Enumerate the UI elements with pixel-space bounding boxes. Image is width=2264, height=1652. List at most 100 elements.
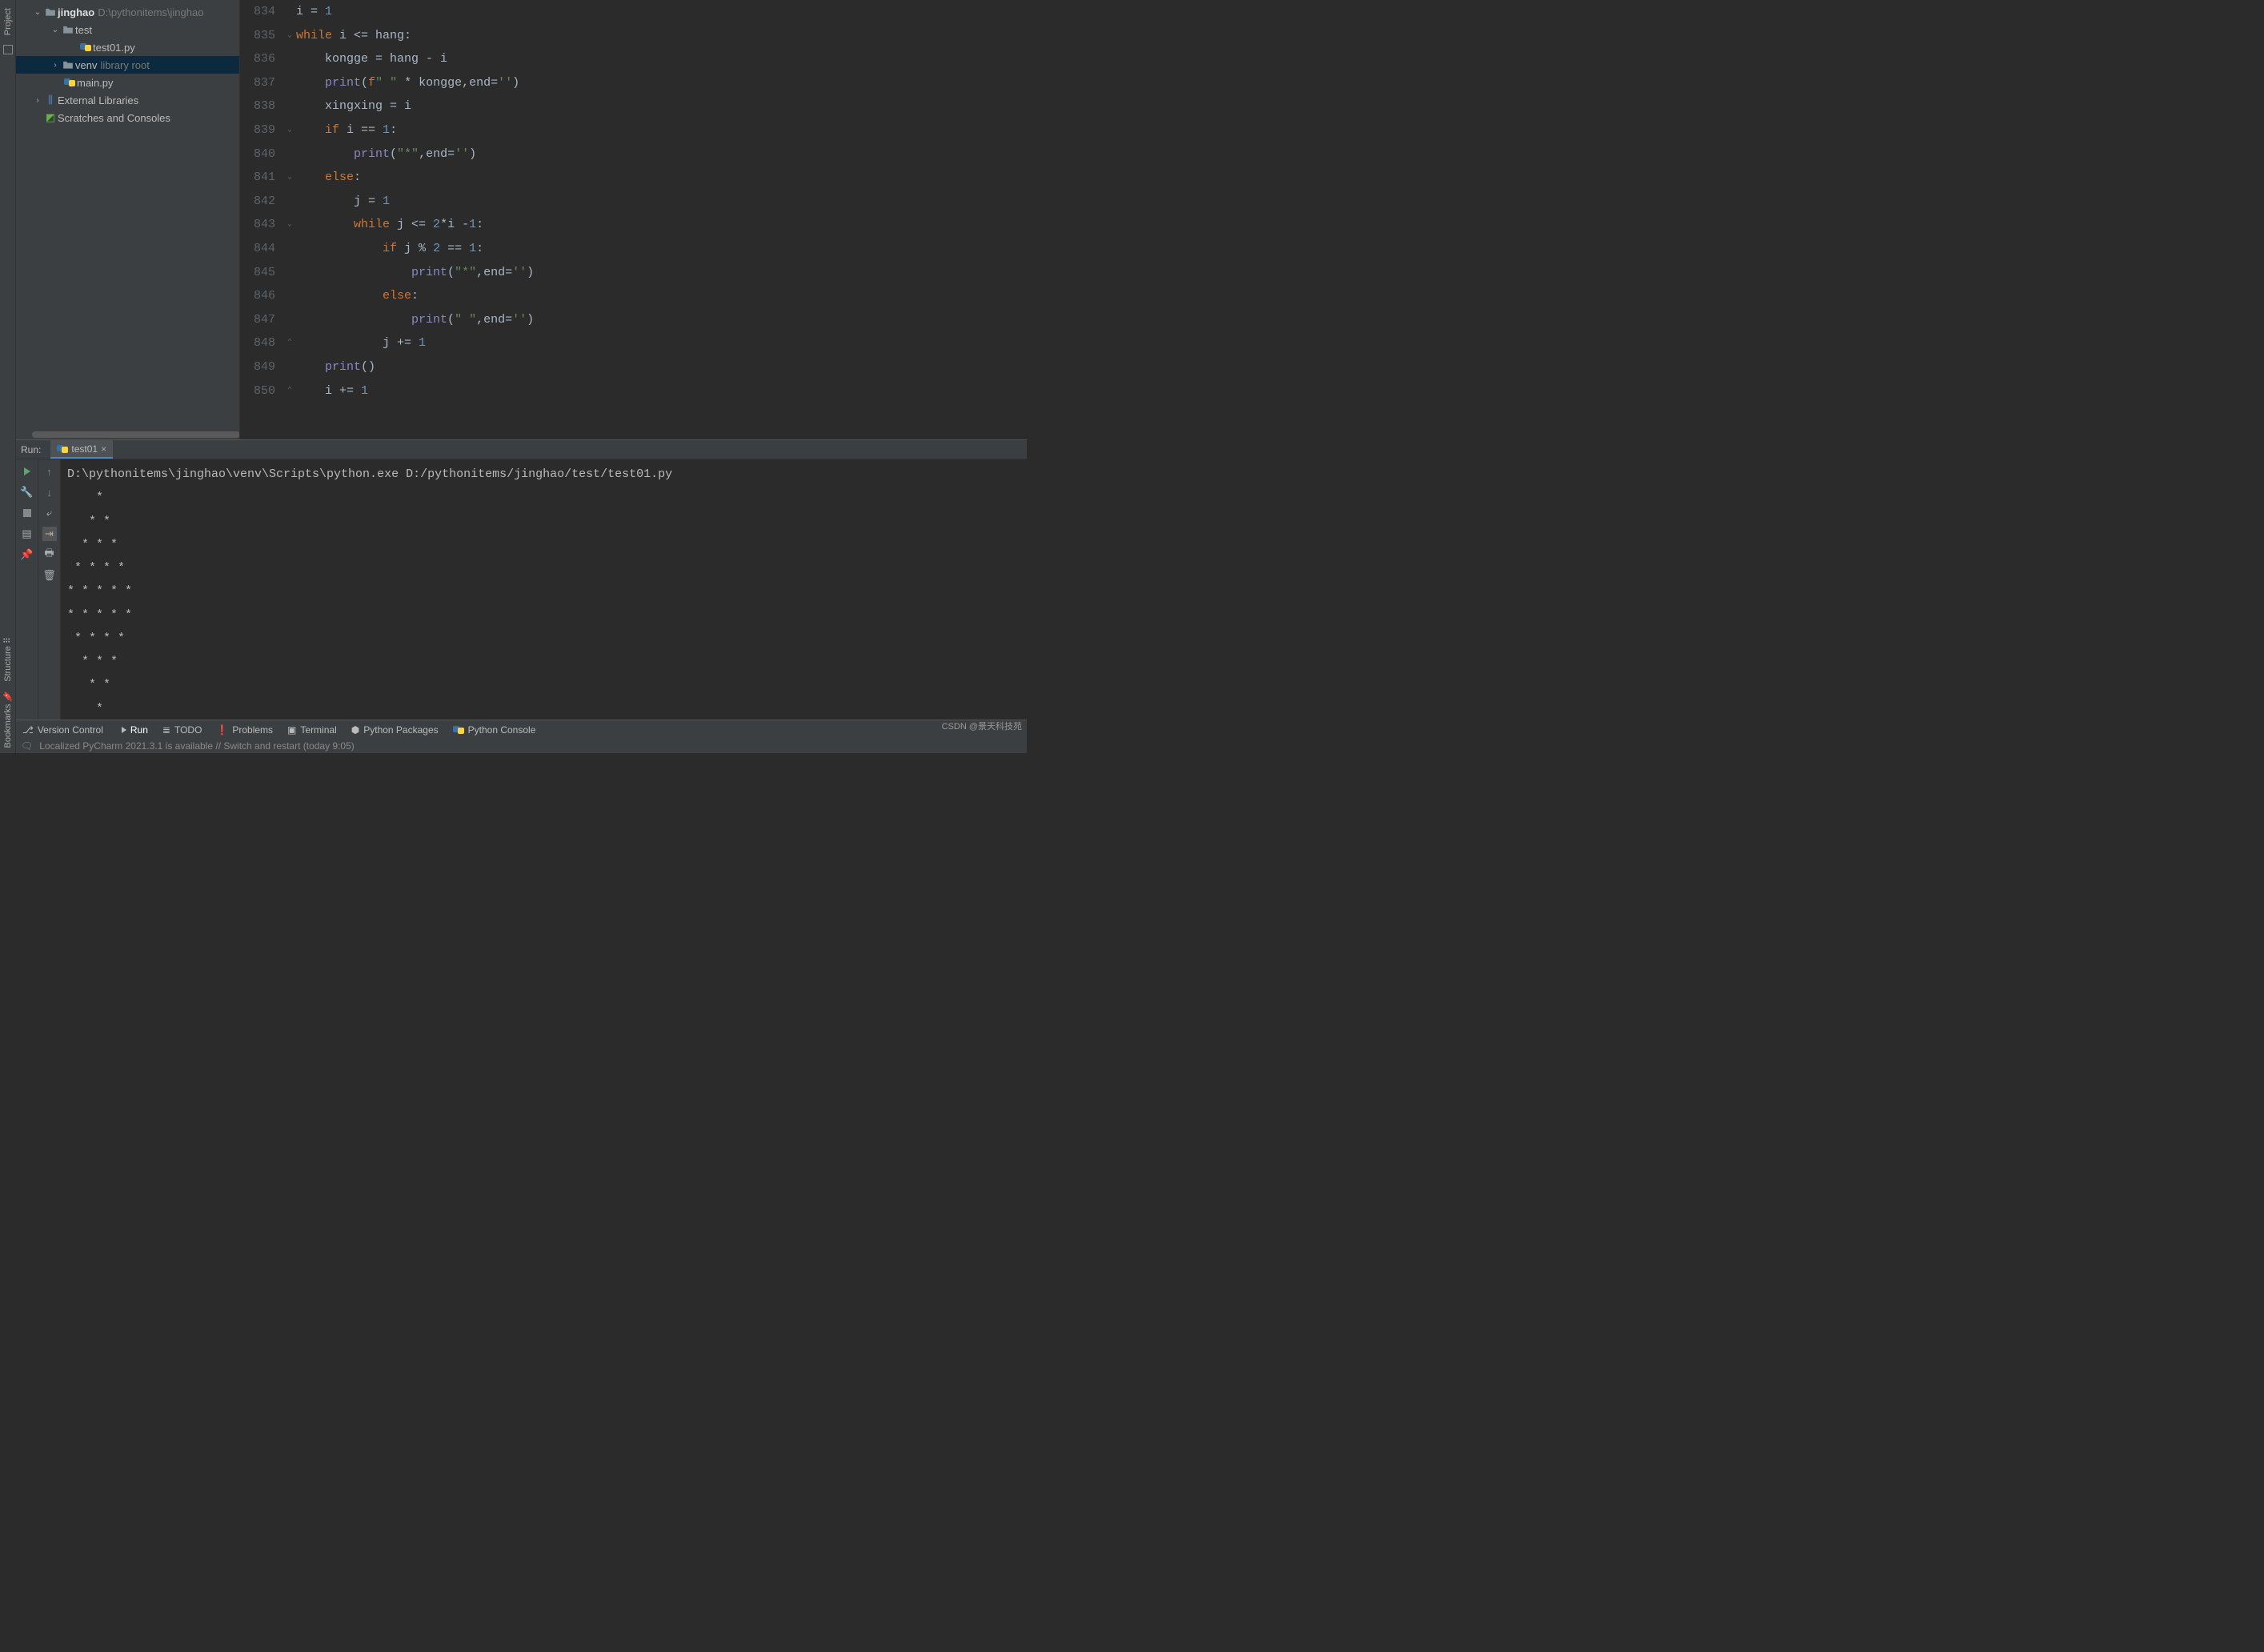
fold-toggle[interactable] <box>283 237 296 261</box>
python-file-icon <box>62 77 77 88</box>
down-arrow-icon[interactable]: ↓ <box>42 485 57 499</box>
code-line[interactable]: j += 1 <box>296 331 1027 355</box>
project-pane: ⌄ jinghao D:\pythonitems\jinghao ⌄ test … <box>16 0 240 439</box>
code-line[interactable]: print("*",end='') <box>296 142 1027 166</box>
code-line[interactable]: else: <box>296 166 1027 190</box>
fold-toggle[interactable]: ⌄ <box>283 118 296 142</box>
code-line[interactable]: kongge = hang - i <box>296 47 1027 71</box>
chevron-right-icon[interactable]: › <box>50 61 61 70</box>
tree-file-main[interactable]: main.py <box>16 74 239 91</box>
code-line[interactable]: else: <box>296 284 1027 308</box>
code-line[interactable]: print("*",end='') <box>296 261 1027 285</box>
code-line[interactable]: j = 1 <box>296 190 1027 214</box>
run-toolbar-left: 🔧 ▤ 📌 <box>16 459 38 720</box>
tree-root-path: D:\pythonitems\jinghao <box>98 6 203 18</box>
run-tab-bottom[interactable]: Run <box>118 724 148 736</box>
fold-toggle[interactable] <box>283 71 296 95</box>
soft-wrap-icon[interactable]: ⤶ <box>42 506 57 520</box>
wrench-icon[interactable]: 🔧 <box>20 485 34 499</box>
fold-toggle[interactable] <box>283 0 296 24</box>
code-line[interactable]: while i <= hang: <box>296 24 1027 48</box>
fold-toggle[interactable] <box>283 308 296 332</box>
tree-file-test01[interactable]: test01.py <box>16 38 239 56</box>
code-line[interactable]: if j % 2 == 1: <box>296 237 1027 261</box>
gutter-line-numbers: 8348358368378388398408418428438448458468… <box>240 0 283 439</box>
problems-tab[interactable]: ❗ Problems <box>216 724 273 736</box>
library-icon: ⫼ <box>43 94 58 106</box>
run-header-label: Run: <box>21 444 41 455</box>
tree-scratches[interactable]: ◩ Scratches and Consoles <box>16 109 239 126</box>
scratches-icon: ◩ <box>43 111 58 124</box>
status-bar: 🗨 Localized PyCharm 2021.3.1 is availabl… <box>16 739 1027 753</box>
fold-toggle[interactable] <box>283 142 296 166</box>
play-icon <box>122 727 126 733</box>
list-icon: ≣ <box>162 724 170 736</box>
trash-icon[interactable]: 🗑 <box>42 568 57 583</box>
code-line[interactable]: print(f" " * kongge,end='') <box>296 71 1027 95</box>
run-toolbar-right: ↑ ↓ ⤶ ⇥ 🖶 🗑 <box>38 459 61 720</box>
close-icon[interactable]: × <box>101 443 106 455</box>
code-line[interactable]: i += 1 <box>296 379 1027 403</box>
fold-toggle[interactable]: ⌄ <box>283 166 296 190</box>
code-line[interactable]: if i == 1: <box>296 118 1027 142</box>
version-control-tab[interactable]: ⎇ Version Control <box>22 724 103 736</box>
warning-icon: ❗ <box>216 724 228 736</box>
code-line[interactable]: print() <box>296 355 1027 379</box>
notification-icon[interactable]: 🗨 <box>21 740 33 752</box>
status-message: Localized PyCharm 2021.3.1 is available … <box>39 740 355 752</box>
packages-icon: ⬢ <box>351 724 359 736</box>
fold-toggle[interactable] <box>283 261 296 285</box>
python-file-icon <box>57 443 68 455</box>
stop-button[interactable] <box>20 506 34 520</box>
run-tool-window: Run: test01 × 🔧 ▤ 📌 ↑ ↓ ⤶ <box>16 439 1027 720</box>
scroll-to-end-icon[interactable]: ⇥ <box>42 527 57 541</box>
fold-toggle[interactable] <box>283 355 296 379</box>
branch-icon: ⎇ <box>22 724 34 736</box>
rerun-button[interactable] <box>20 464 34 479</box>
fold-toggle[interactable]: ⌃ <box>283 379 296 403</box>
watermark: CSDN @景天科技苑 <box>942 720 1022 732</box>
fold-toggle[interactable] <box>283 284 296 308</box>
up-arrow-icon[interactable]: ↑ <box>42 464 57 479</box>
chevron-down-icon[interactable]: ⌄ <box>50 26 61 34</box>
python-icon <box>453 724 464 736</box>
code-line[interactable]: xingxing = i <box>296 94 1027 118</box>
left-tool-strip: Project Structure ⠿ Bookmarks 🔖 <box>0 0 16 753</box>
tree-folder-venv[interactable]: › venv library root <box>16 56 239 74</box>
tree-root-name: jinghao <box>58 6 94 18</box>
bookmarks-tool-tab[interactable]: Bookmarks 🔖 <box>2 686 13 753</box>
fold-toggle[interactable] <box>283 190 296 214</box>
fold-column[interactable]: ⌄ ⌄ ⌄ ⌄ ⌃ ⌃ <box>283 0 296 439</box>
python-console-tab[interactable]: Python Console <box>453 724 536 736</box>
terminal-tab[interactable]: ▣ Terminal <box>287 724 337 736</box>
console-output[interactable]: D:\pythonitems\jinghao\venv\Scripts\pyth… <box>61 459 1027 720</box>
terminal-icon: ▣ <box>287 724 296 736</box>
fold-toggle[interactable]: ⌃ <box>283 331 296 355</box>
code-line[interactable]: while j <= 2*i -1: <box>296 213 1027 237</box>
layout-icon[interactable]: ▤ <box>20 527 34 541</box>
pin-icon[interactable]: 📌 <box>20 547 34 562</box>
fold-toggle[interactable]: ⌄ <box>283 213 296 237</box>
code-editor[interactable]: 8348358368378388398408418428438448458468… <box>240 0 1027 439</box>
tree-folder-test[interactable]: ⌄ test <box>16 21 239 38</box>
chevron-right-icon[interactable]: › <box>32 96 43 105</box>
python-file-icon <box>78 42 93 53</box>
todo-tab[interactable]: ≣ TODO <box>162 724 202 736</box>
tree-external-libraries[interactable]: › ⫼ External Libraries <box>16 91 239 109</box>
project-tool-tab[interactable]: Project <box>3 3 13 40</box>
tool-icon[interactable] <box>3 45 13 54</box>
fold-toggle[interactable] <box>283 47 296 71</box>
chevron-down-icon[interactable]: ⌄ <box>32 8 43 17</box>
tree-root[interactable]: ⌄ jinghao D:\pythonitems\jinghao <box>16 3 239 21</box>
fold-toggle[interactable] <box>283 94 296 118</box>
code-line[interactable]: print(" ",end='') <box>296 308 1027 332</box>
structure-tool-tab[interactable]: Structure ⠿ <box>2 632 13 687</box>
python-packages-tab[interactable]: ⬢ Python Packages <box>351 724 439 736</box>
bottom-toolbar: ⎇ Version Control Run ≣ TODO ❗ Problems … <box>16 720 1027 739</box>
print-icon[interactable]: 🖶 <box>42 547 57 562</box>
fold-toggle[interactable]: ⌄ <box>283 24 296 48</box>
horizontal-scrollbar[interactable] <box>32 431 240 438</box>
code-line[interactable]: i = 1 <box>296 0 1027 24</box>
run-tab[interactable]: test01 × <box>50 440 113 459</box>
run-tab-name: test01 <box>71 443 98 455</box>
